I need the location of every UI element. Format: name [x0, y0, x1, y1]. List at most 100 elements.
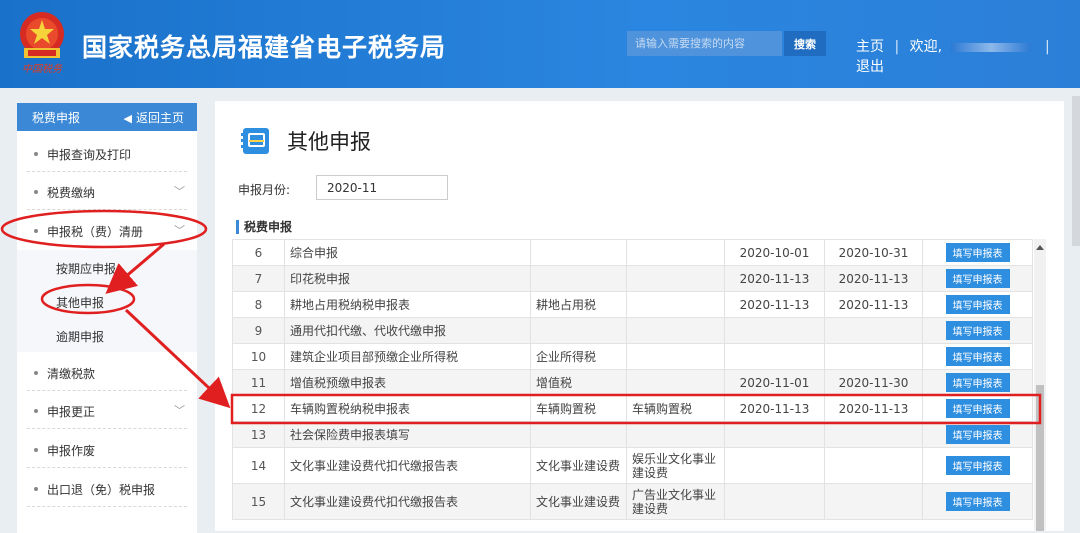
- fill-form-button[interactable]: 填写申报表: [945, 492, 1010, 511]
- row-number-cell: 12: [232, 395, 285, 422]
- period-end-cell: [824, 483, 923, 520]
- period-end-cell: [824, 447, 923, 484]
- table-row: 8 耕地占用税纳税申报表 耕地占用税 2020-11-13 2020-11-13 填写申报…: [232, 291, 1033, 318]
- sidebar-item-label: 出口退（免）税申报: [47, 483, 156, 497]
- fill-form-button[interactable]: 填写申报表: [945, 321, 1010, 340]
- fill-form-button[interactable]: 填写申报表: [945, 347, 1010, 366]
- period-end-cell: [824, 317, 923, 344]
- back-home-link[interactable]: ◀ 返回主页: [124, 109, 184, 126]
- divider: [27, 209, 187, 210]
- top-nav: 主页 | 欢迎, | 退出: [856, 36, 1080, 76]
- divider: [27, 390, 187, 391]
- tax-item-cell: [626, 291, 725, 318]
- tax-item-cell: [626, 343, 725, 370]
- tax-item-cell: [626, 369, 725, 396]
- tax-type-cell: 文化事业建设费: [530, 483, 627, 520]
- table-row: 11 增值税预缴申报表 增值税 2020-11-01 2020-11-30 填写申报表: [232, 369, 1033, 396]
- sidebar-item-label: 申报税（费）清册: [47, 225, 144, 239]
- declaration-name-cell: 车辆购置税纳税申报表: [284, 395, 531, 422]
- declaration-name-cell: 综合申报: [284, 239, 531, 266]
- fill-form-button[interactable]: 填写申报表: [945, 243, 1010, 262]
- table-row: 6 综合申报 2020-10-01 2020-10-31 填写申报表: [232, 239, 1033, 266]
- sidebar-item-label: 申报更正: [47, 405, 96, 419]
- bullet-icon: [34, 152, 38, 156]
- tax-item-cell: 广告业文化事业建设费: [626, 483, 725, 520]
- tax-type-cell: [530, 317, 627, 344]
- logout-link[interactable]: 退出: [856, 56, 884, 76]
- page-scrollbar[interactable]: [1072, 96, 1080, 246]
- search-button[interactable]: 搜索: [784, 31, 826, 56]
- sidebar-item-void[interactable]: 申报作废: [17, 442, 197, 462]
- period-end-cell: 2020-11-13: [824, 291, 923, 318]
- fill-form-button[interactable]: 填写申报表: [945, 373, 1010, 392]
- nav-divider: |: [894, 39, 900, 55]
- row-number-cell: 6: [232, 239, 285, 266]
- bullet-icon: [34, 229, 38, 233]
- sidebar-item-label: 申报作废: [47, 444, 96, 458]
- tax-type-cell: 车辆购置税: [530, 395, 627, 422]
- tax-type-cell: 增值税: [530, 369, 627, 396]
- period-start-cell: 2020-11-13: [724, 265, 825, 292]
- chevron-down-icon: ﹀: [174, 185, 185, 198]
- sidebar-item-correction[interactable]: 申报更正 ﹀: [17, 403, 197, 423]
- row-number-cell: 14: [232, 447, 285, 484]
- table-row: 15 文化事业建设费代扣代缴报告表 文化事业建设费 广告业文化事业建设费 填写申报表: [232, 483, 1033, 520]
- fill-form-button[interactable]: 填写申报表: [945, 425, 1010, 444]
- month-label: 申报月份:: [238, 183, 291, 197]
- sidebar-subitem-label: 按期应申报: [56, 262, 117, 276]
- fill-form-button[interactable]: 填写申报表: [945, 269, 1010, 288]
- sidebar-title: 税费申报: [32, 110, 81, 125]
- bullet-icon: [34, 448, 38, 452]
- chevron-down-icon: ﹀: [174, 224, 185, 237]
- table-row: 7 印花税申报 2020-11-13 2020-11-13 填写申报表: [232, 265, 1033, 292]
- tax-type-cell: 企业所得税: [530, 343, 627, 370]
- period-start-cell: [724, 421, 825, 448]
- fill-form-button[interactable]: 填写申报表: [945, 456, 1010, 475]
- scroll-up-icon[interactable]: [1036, 245, 1044, 250]
- sidebar-item-label: 税费缴纳: [47, 186, 96, 200]
- period-start-cell: [724, 317, 825, 344]
- table-row: 14 文化事业建设费代扣代缴报告表 文化事业建设费 娱乐业文化事业建设费 填写申报表: [232, 447, 1033, 484]
- sidebar-item-query-print[interactable]: 申报查询及打印: [17, 146, 197, 166]
- row-number-cell: 11: [232, 369, 285, 396]
- search-input[interactable]: [627, 31, 782, 56]
- divider: [27, 428, 187, 429]
- fill-form-button[interactable]: 填写申报表: [945, 295, 1010, 314]
- table-scrollbar[interactable]: [1034, 239, 1046, 531]
- page-title: 其他申报: [287, 130, 371, 154]
- month-field[interactable]: [316, 175, 448, 200]
- scroll-thumb[interactable]: [1036, 385, 1044, 531]
- action-cell: 填写申报表: [922, 483, 1033, 520]
- sidebar-item-settle-tax[interactable]: 清缴税款: [17, 365, 197, 385]
- sidebar-item-declaration-list[interactable]: 申报税（费）清册 ﹀: [17, 223, 197, 243]
- tax-type-cell: 文化事业建设费: [530, 447, 627, 484]
- table-row: 9 通用代扣代缴、代收代缴申报 填写申报表: [232, 317, 1033, 344]
- period-start-cell: 2020-11-01: [724, 369, 825, 396]
- sidebar-subitem-other[interactable]: 其他申报: [17, 284, 197, 318]
- sidebar-item-export-refund[interactable]: 出口退（免）税申报: [17, 481, 197, 501]
- period-start-cell: 2020-10-01: [724, 239, 825, 266]
- action-cell: 填写申报表: [922, 317, 1033, 344]
- sidebar-item-tax-payment[interactable]: 税费缴纳 ﹀: [17, 184, 197, 204]
- document-icon: [241, 128, 269, 154]
- declaration-name-cell: 文化事业建设费代扣代缴报告表: [284, 483, 531, 520]
- sidebar-subitem-overdue[interactable]: 逾期申报: [17, 318, 197, 352]
- divider: [27, 506, 187, 507]
- chevron-down-icon: ﹀: [174, 404, 185, 417]
- tax-item-cell: [626, 317, 725, 344]
- fill-form-button[interactable]: 填写申报表: [945, 399, 1010, 418]
- declaration-name-cell: 通用代扣代缴、代收代缴申报: [284, 317, 531, 344]
- tax-type-cell: [530, 265, 627, 292]
- period-start-cell: [724, 343, 825, 370]
- home-link[interactable]: 主页: [856, 36, 884, 56]
- declaration-table-container: 6 综合申报 2020-10-01 2020-10-31 填写申报表 7 印花税申报 2020…: [232, 239, 1050, 531]
- tax-item-cell: 娱乐业文化事业建设费: [626, 447, 725, 484]
- action-cell: 填写申报表: [922, 343, 1033, 370]
- top-header: 中国税务 国家税务总局福建省电子税务局 搜索 主页 | 欢迎, | 退出: [0, 0, 1080, 88]
- sidebar-subitem-periodic[interactable]: 按期应申报: [17, 250, 197, 284]
- action-cell: 填写申报表: [922, 395, 1033, 422]
- back-home-label: 返回主页: [135, 110, 184, 125]
- tax-type-cell: [530, 239, 627, 266]
- tax-item-cell: [626, 265, 725, 292]
- action-cell: 填写申报表: [922, 291, 1033, 318]
